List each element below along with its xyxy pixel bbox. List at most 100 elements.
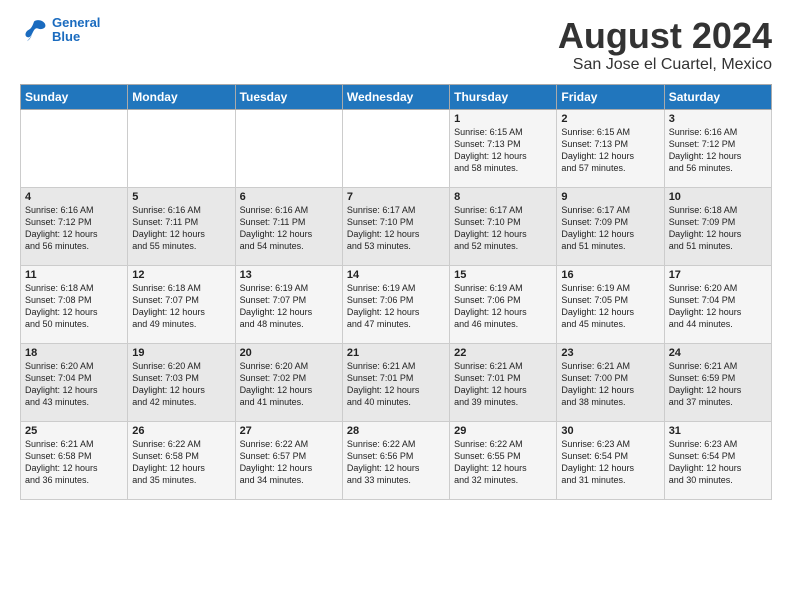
- day-number: 22: [454, 347, 552, 359]
- calendar-header-row: SundayMondayTuesdayWednesdayThursdayFrid…: [21, 84, 772, 109]
- header: General Blue August 2024 San Jose el Cua…: [20, 16, 772, 74]
- calendar-cell: 21Sunrise: 6:21 AM Sunset: 7:01 PM Dayli…: [342, 343, 449, 421]
- day-number: 13: [240, 269, 338, 281]
- cell-info: Sunrise: 6:16 AM Sunset: 7:12 PM Dayligh…: [25, 204, 123, 253]
- calendar-table: SundayMondayTuesdayWednesdayThursdayFrid…: [20, 84, 772, 500]
- cell-info: Sunrise: 6:22 AM Sunset: 6:57 PM Dayligh…: [240, 438, 338, 487]
- day-number: 27: [240, 425, 338, 437]
- day-number: 24: [669, 347, 767, 359]
- day-number: 18: [25, 347, 123, 359]
- day-number: 29: [454, 425, 552, 437]
- cell-info: Sunrise: 6:15 AM Sunset: 7:13 PM Dayligh…: [454, 126, 552, 175]
- calendar-cell: 23Sunrise: 6:21 AM Sunset: 7:00 PM Dayli…: [557, 343, 664, 421]
- calendar-cell: 3Sunrise: 6:16 AM Sunset: 7:12 PM Daylig…: [664, 109, 771, 187]
- calendar-week-3: 11Sunrise: 6:18 AM Sunset: 7:08 PM Dayli…: [21, 265, 772, 343]
- cell-info: Sunrise: 6:16 AM Sunset: 7:12 PM Dayligh…: [669, 126, 767, 175]
- logo-icon: [20, 16, 48, 44]
- day-number: 6: [240, 191, 338, 203]
- day-number: 8: [454, 191, 552, 203]
- day-header-sunday: Sunday: [21, 84, 128, 109]
- cell-info: Sunrise: 6:16 AM Sunset: 7:11 PM Dayligh…: [240, 204, 338, 253]
- calendar-cell: 15Sunrise: 6:19 AM Sunset: 7:06 PM Dayli…: [450, 265, 557, 343]
- day-number: 21: [347, 347, 445, 359]
- calendar-cell: 28Sunrise: 6:22 AM Sunset: 6:56 PM Dayli…: [342, 421, 449, 499]
- calendar-cell: [128, 109, 235, 187]
- day-number: 20: [240, 347, 338, 359]
- cell-info: Sunrise: 6:16 AM Sunset: 7:11 PM Dayligh…: [132, 204, 230, 253]
- cell-info: Sunrise: 6:21 AM Sunset: 6:59 PM Dayligh…: [669, 360, 767, 409]
- logo: General Blue: [20, 16, 100, 45]
- cell-info: Sunrise: 6:22 AM Sunset: 6:55 PM Dayligh…: [454, 438, 552, 487]
- day-number: 3: [669, 113, 767, 125]
- calendar-cell: [21, 109, 128, 187]
- calendar-cell: 12Sunrise: 6:18 AM Sunset: 7:07 PM Dayli…: [128, 265, 235, 343]
- cell-info: Sunrise: 6:18 AM Sunset: 7:09 PM Dayligh…: [669, 204, 767, 253]
- day-number: 10: [669, 191, 767, 203]
- calendar-cell: 6Sunrise: 6:16 AM Sunset: 7:11 PM Daylig…: [235, 187, 342, 265]
- cell-info: Sunrise: 6:20 AM Sunset: 7:04 PM Dayligh…: [25, 360, 123, 409]
- cell-info: Sunrise: 6:20 AM Sunset: 7:03 PM Dayligh…: [132, 360, 230, 409]
- calendar-cell: 27Sunrise: 6:22 AM Sunset: 6:57 PM Dayli…: [235, 421, 342, 499]
- cell-info: Sunrise: 6:17 AM Sunset: 7:10 PM Dayligh…: [454, 204, 552, 253]
- subtitle: San Jose el Cuartel, Mexico: [558, 56, 772, 74]
- calendar-week-1: 1Sunrise: 6:15 AM Sunset: 7:13 PM Daylig…: [21, 109, 772, 187]
- calendar-cell: 29Sunrise: 6:22 AM Sunset: 6:55 PM Dayli…: [450, 421, 557, 499]
- day-header-thursday: Thursday: [450, 84, 557, 109]
- day-number: 2: [561, 113, 659, 125]
- calendar-cell: 31Sunrise: 6:23 AM Sunset: 6:54 PM Dayli…: [664, 421, 771, 499]
- day-number: 11: [25, 269, 123, 281]
- calendar-cell: 20Sunrise: 6:20 AM Sunset: 7:02 PM Dayli…: [235, 343, 342, 421]
- calendar-cell: 24Sunrise: 6:21 AM Sunset: 6:59 PM Dayli…: [664, 343, 771, 421]
- calendar-cell: 4Sunrise: 6:16 AM Sunset: 7:12 PM Daylig…: [21, 187, 128, 265]
- calendar-cell: 8Sunrise: 6:17 AM Sunset: 7:10 PM Daylig…: [450, 187, 557, 265]
- calendar-cell: [235, 109, 342, 187]
- day-number: 4: [25, 191, 123, 203]
- calendar-week-2: 4Sunrise: 6:16 AM Sunset: 7:12 PM Daylig…: [21, 187, 772, 265]
- calendar-cell: 18Sunrise: 6:20 AM Sunset: 7:04 PM Dayli…: [21, 343, 128, 421]
- calendar-cell: 7Sunrise: 6:17 AM Sunset: 7:10 PM Daylig…: [342, 187, 449, 265]
- day-number: 19: [132, 347, 230, 359]
- calendar-cell: 1Sunrise: 6:15 AM Sunset: 7:13 PM Daylig…: [450, 109, 557, 187]
- calendar-cell: 13Sunrise: 6:19 AM Sunset: 7:07 PM Dayli…: [235, 265, 342, 343]
- cell-info: Sunrise: 6:17 AM Sunset: 7:10 PM Dayligh…: [347, 204, 445, 253]
- cell-info: Sunrise: 6:21 AM Sunset: 6:58 PM Dayligh…: [25, 438, 123, 487]
- day-header-wednesday: Wednesday: [342, 84, 449, 109]
- cell-info: Sunrise: 6:20 AM Sunset: 7:04 PM Dayligh…: [669, 282, 767, 331]
- logo-line1: General: [52, 16, 100, 30]
- cell-info: Sunrise: 6:23 AM Sunset: 6:54 PM Dayligh…: [561, 438, 659, 487]
- cell-info: Sunrise: 6:19 AM Sunset: 7:05 PM Dayligh…: [561, 282, 659, 331]
- day-number: 30: [561, 425, 659, 437]
- day-number: 23: [561, 347, 659, 359]
- day-header-saturday: Saturday: [664, 84, 771, 109]
- calendar-cell: 26Sunrise: 6:22 AM Sunset: 6:58 PM Dayli…: [128, 421, 235, 499]
- day-number: 28: [347, 425, 445, 437]
- cell-info: Sunrise: 6:15 AM Sunset: 7:13 PM Dayligh…: [561, 126, 659, 175]
- cell-info: Sunrise: 6:21 AM Sunset: 7:01 PM Dayligh…: [347, 360, 445, 409]
- calendar-cell: 11Sunrise: 6:18 AM Sunset: 7:08 PM Dayli…: [21, 265, 128, 343]
- day-number: 16: [561, 269, 659, 281]
- main-title: August 2024: [558, 16, 772, 56]
- calendar-week-5: 25Sunrise: 6:21 AM Sunset: 6:58 PM Dayli…: [21, 421, 772, 499]
- calendar-cell: 9Sunrise: 6:17 AM Sunset: 7:09 PM Daylig…: [557, 187, 664, 265]
- calendar-body: 1Sunrise: 6:15 AM Sunset: 7:13 PM Daylig…: [21, 109, 772, 499]
- day-number: 26: [132, 425, 230, 437]
- page: General Blue August 2024 San Jose el Cua…: [0, 0, 792, 510]
- cell-info: Sunrise: 6:21 AM Sunset: 7:01 PM Dayligh…: [454, 360, 552, 409]
- calendar-cell: 25Sunrise: 6:21 AM Sunset: 6:58 PM Dayli…: [21, 421, 128, 499]
- cell-info: Sunrise: 6:18 AM Sunset: 7:08 PM Dayligh…: [25, 282, 123, 331]
- cell-info: Sunrise: 6:18 AM Sunset: 7:07 PM Dayligh…: [132, 282, 230, 331]
- day-header-monday: Monday: [128, 84, 235, 109]
- cell-info: Sunrise: 6:20 AM Sunset: 7:02 PM Dayligh…: [240, 360, 338, 409]
- calendar-cell: 19Sunrise: 6:20 AM Sunset: 7:03 PM Dayli…: [128, 343, 235, 421]
- calendar-cell: 10Sunrise: 6:18 AM Sunset: 7:09 PM Dayli…: [664, 187, 771, 265]
- calendar-cell: 30Sunrise: 6:23 AM Sunset: 6:54 PM Dayli…: [557, 421, 664, 499]
- cell-info: Sunrise: 6:23 AM Sunset: 6:54 PM Dayligh…: [669, 438, 767, 487]
- calendar-cell: 5Sunrise: 6:16 AM Sunset: 7:11 PM Daylig…: [128, 187, 235, 265]
- calendar-cell: 16Sunrise: 6:19 AM Sunset: 7:05 PM Dayli…: [557, 265, 664, 343]
- cell-info: Sunrise: 6:22 AM Sunset: 6:58 PM Dayligh…: [132, 438, 230, 487]
- day-number: 12: [132, 269, 230, 281]
- title-area: August 2024 San Jose el Cuartel, Mexico: [558, 16, 772, 74]
- day-number: 9: [561, 191, 659, 203]
- day-number: 15: [454, 269, 552, 281]
- day-number: 5: [132, 191, 230, 203]
